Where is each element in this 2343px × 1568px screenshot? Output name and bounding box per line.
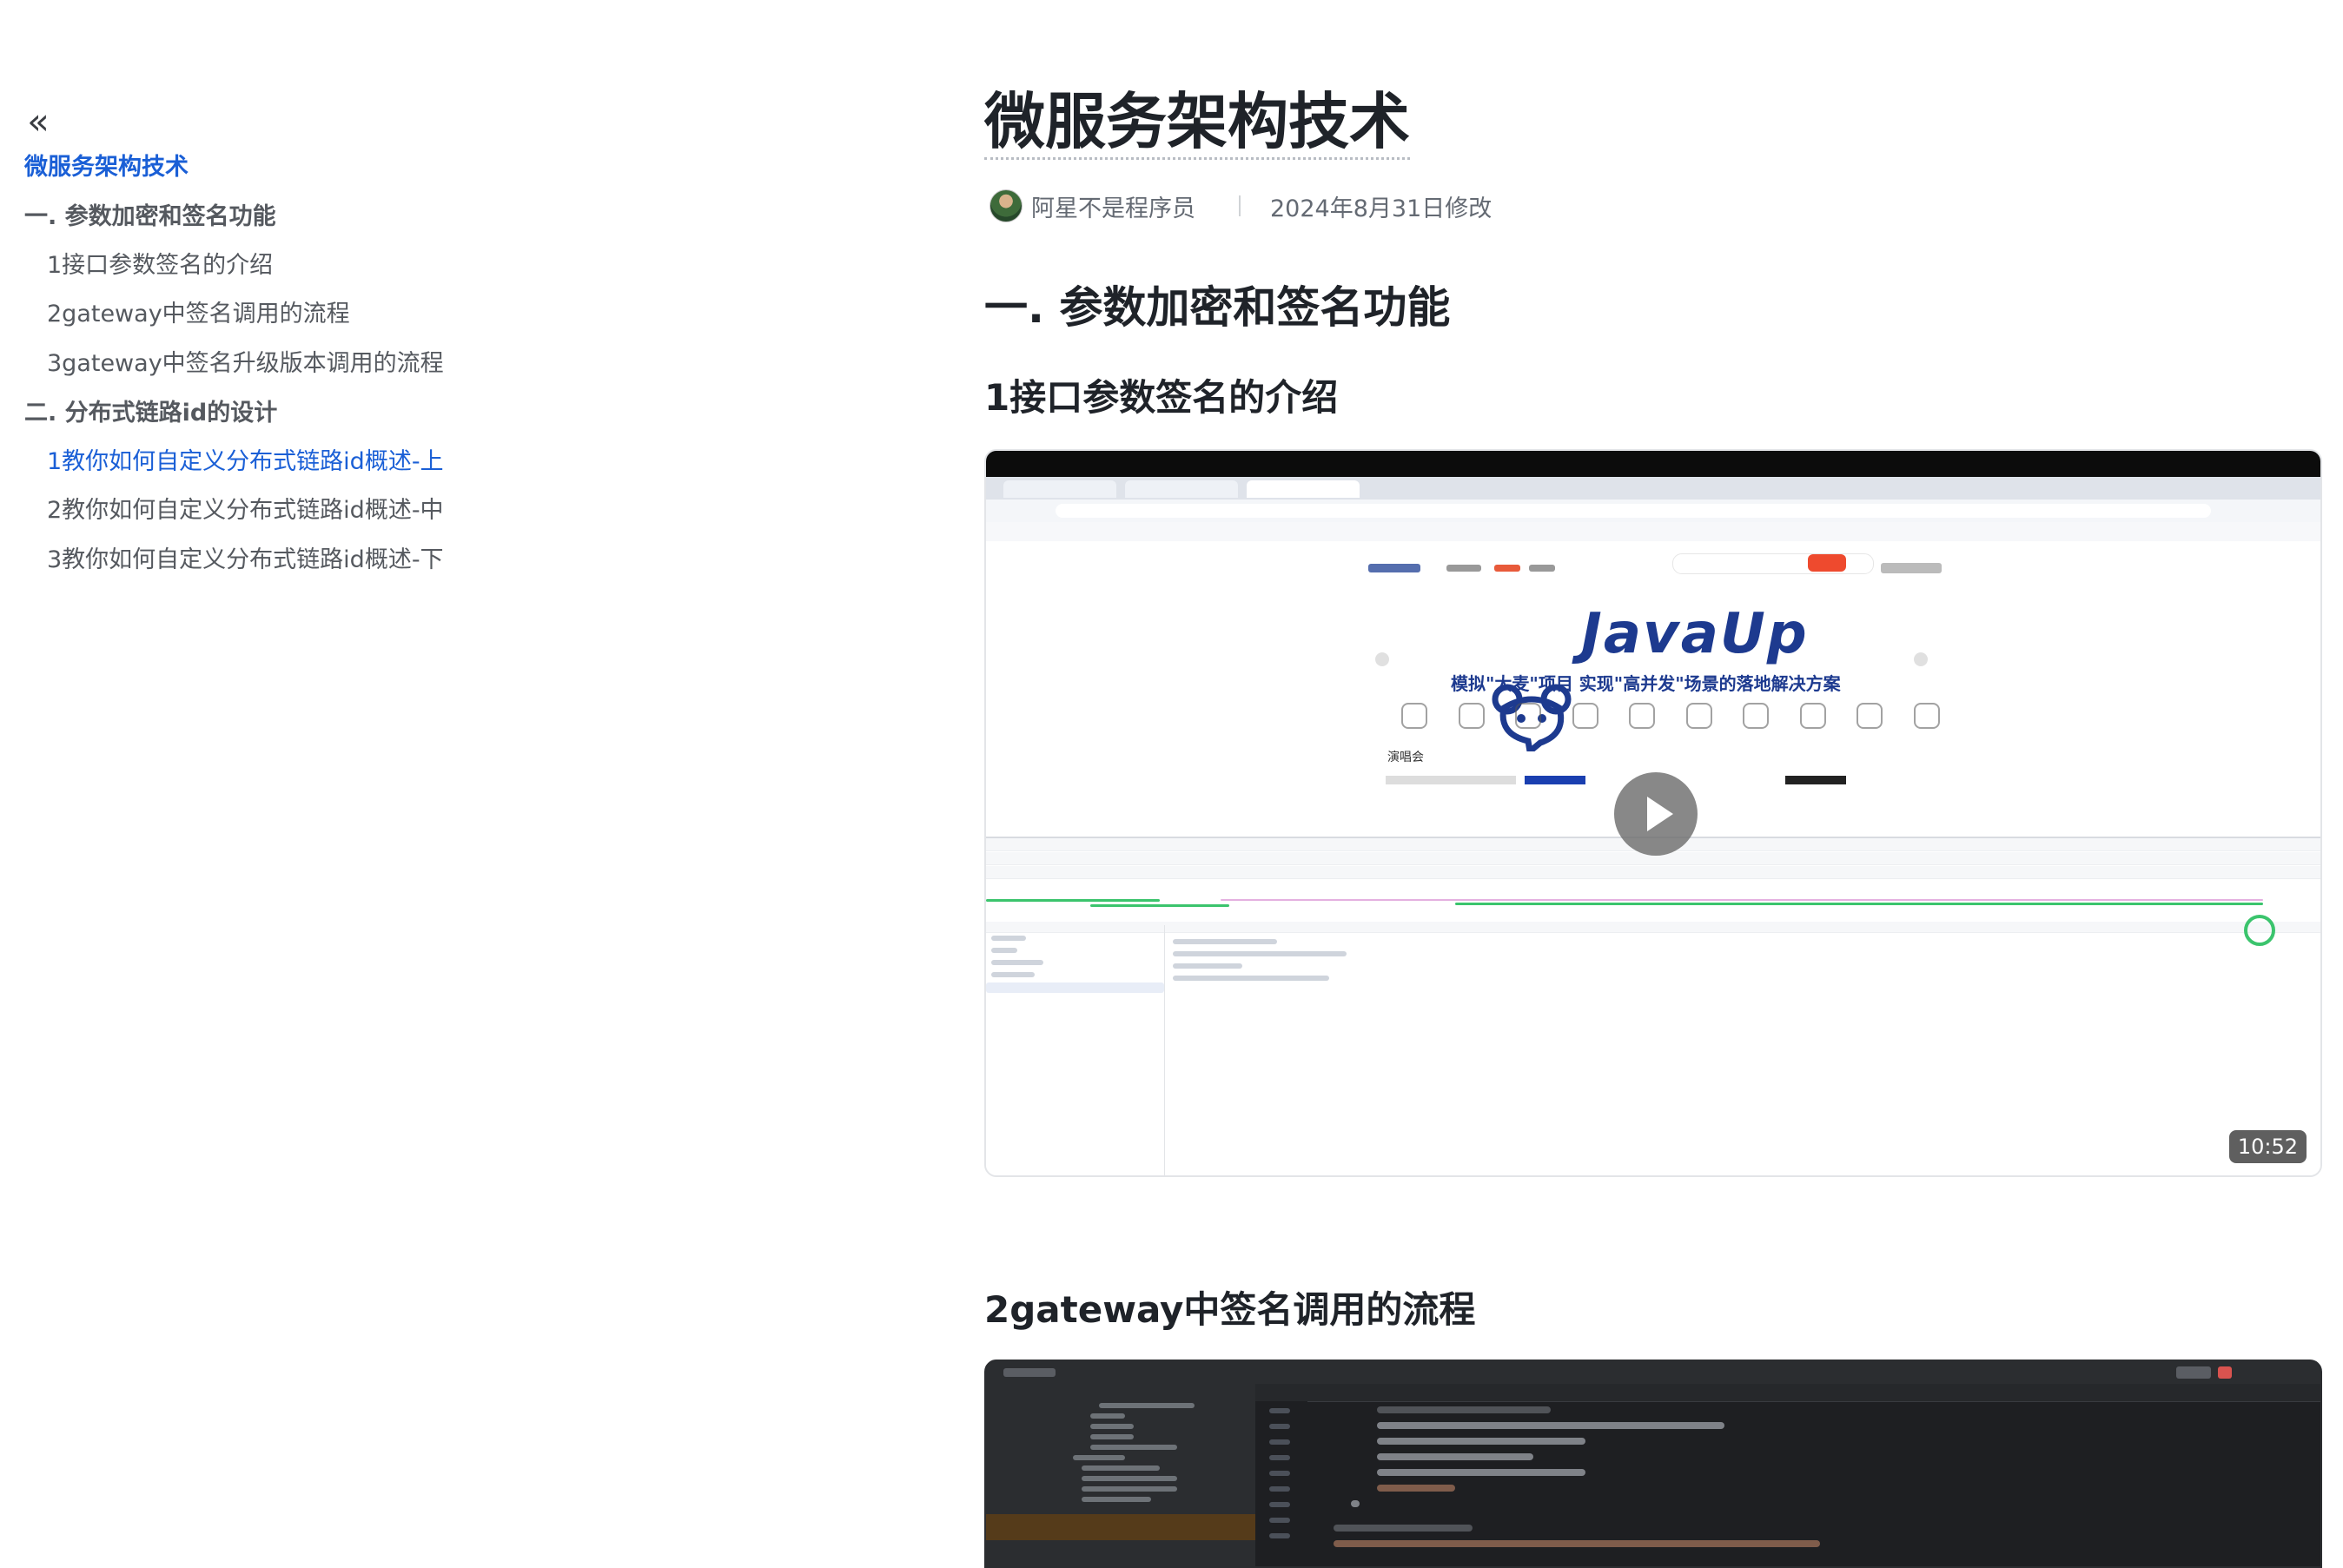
ide-editor-tabs — [1255, 1384, 2320, 1402]
progress-ring — [2244, 915, 2275, 946]
meta-divider — [1239, 195, 1241, 216]
browser-tab-strip — [986, 477, 2320, 500]
ide-toolbar — [986, 1361, 2320, 1384]
toc-item-sub-1-2[interactable]: 2gateway中签名调用的流程 — [47, 299, 350, 330]
author-name[interactable]: 阿星不是程序员 — [1031, 189, 1195, 223]
table-of-contents: « 微服务架构技术 一. 参数加密和签名功能 1接口参数签名的介绍 2gatew… — [0, 0, 521, 1543]
browser-bookmarks-bar — [986, 522, 2320, 542]
page-title: 微服务架构技术 — [984, 83, 1410, 161]
website-logo-text: JavaUp — [1581, 602, 1809, 666]
page-title-text: 微服务架构技术 — [984, 86, 1410, 160]
website-slogan: 模拟"大麦"项目 实现"高并发"场景的落地解决方案 — [1451, 673, 1841, 694]
document-meta: 阿星不是程序员 2024年8月31日修改 — [989, 189, 1492, 223]
ide-project-tree — [986, 1384, 1256, 1566]
avatar[interactable] — [989, 189, 1023, 222]
toc-item-sub-1-1[interactable]: 1接口参数签名的介绍 — [47, 250, 273, 281]
heading-section-1: 一. 参数加密和签名功能 — [984, 282, 1451, 333]
toc-item-sub-2-1[interactable]: 1教你如何自定义分布式链路id概述-上 — [47, 447, 444, 478]
category-icons — [1401, 703, 1940, 738]
toc-item-section-2[interactable]: 二. 分布式链路id的设计 — [24, 398, 277, 429]
browser-address-bar — [986, 500, 2320, 523]
double-chevron-left-icon[interactable]: « — [21, 103, 56, 140]
heading-sub-1: 1接口参数签名的介绍 — [984, 376, 1339, 419]
ide-line-numbers — [1255, 1401, 1307, 1566]
video-player-1[interactable]: JavaUp 模拟"大麦"项目 实现"高并发"场景的落地解决方案 演唱会 10:… — [984, 449, 2322, 1177]
play-icon[interactable] — [1614, 772, 1698, 856]
carousel-prev-dot — [1375, 652, 1389, 666]
toc-item-sub-1-3[interactable]: 3gateway中签名升级版本调用的流程 — [47, 348, 444, 380]
video-player-2[interactable] — [984, 1360, 2322, 1568]
modified-date: 2024年8月31日修改 — [1270, 195, 1493, 222]
concert-label: 演唱会 — [1387, 751, 1424, 764]
ide-code-editor — [1316, 1401, 2315, 1566]
devtools-panel — [986, 837, 2320, 1175]
carousel-next-dot — [1914, 652, 1928, 666]
toc-doc-title[interactable]: 微服务架构技术 — [24, 152, 189, 183]
heading-sub-2: 2gateway中签名调用的流程 — [984, 1288, 1476, 1331]
website-search-button — [1808, 554, 1846, 572]
toc-item-sub-2-3[interactable]: 3教你如何自定义分布式链路id概述-下 — [47, 545, 444, 576]
video-duration: 10:52 — [2228, 1130, 2307, 1163]
toc-item-section-1[interactable]: 一. 参数加密和签名功能 — [24, 202, 276, 233]
video-top-bar — [986, 451, 2320, 477]
toc-item-sub-2-2[interactable]: 2教你如何自定义分布式链路id概述-中 — [47, 495, 444, 526]
